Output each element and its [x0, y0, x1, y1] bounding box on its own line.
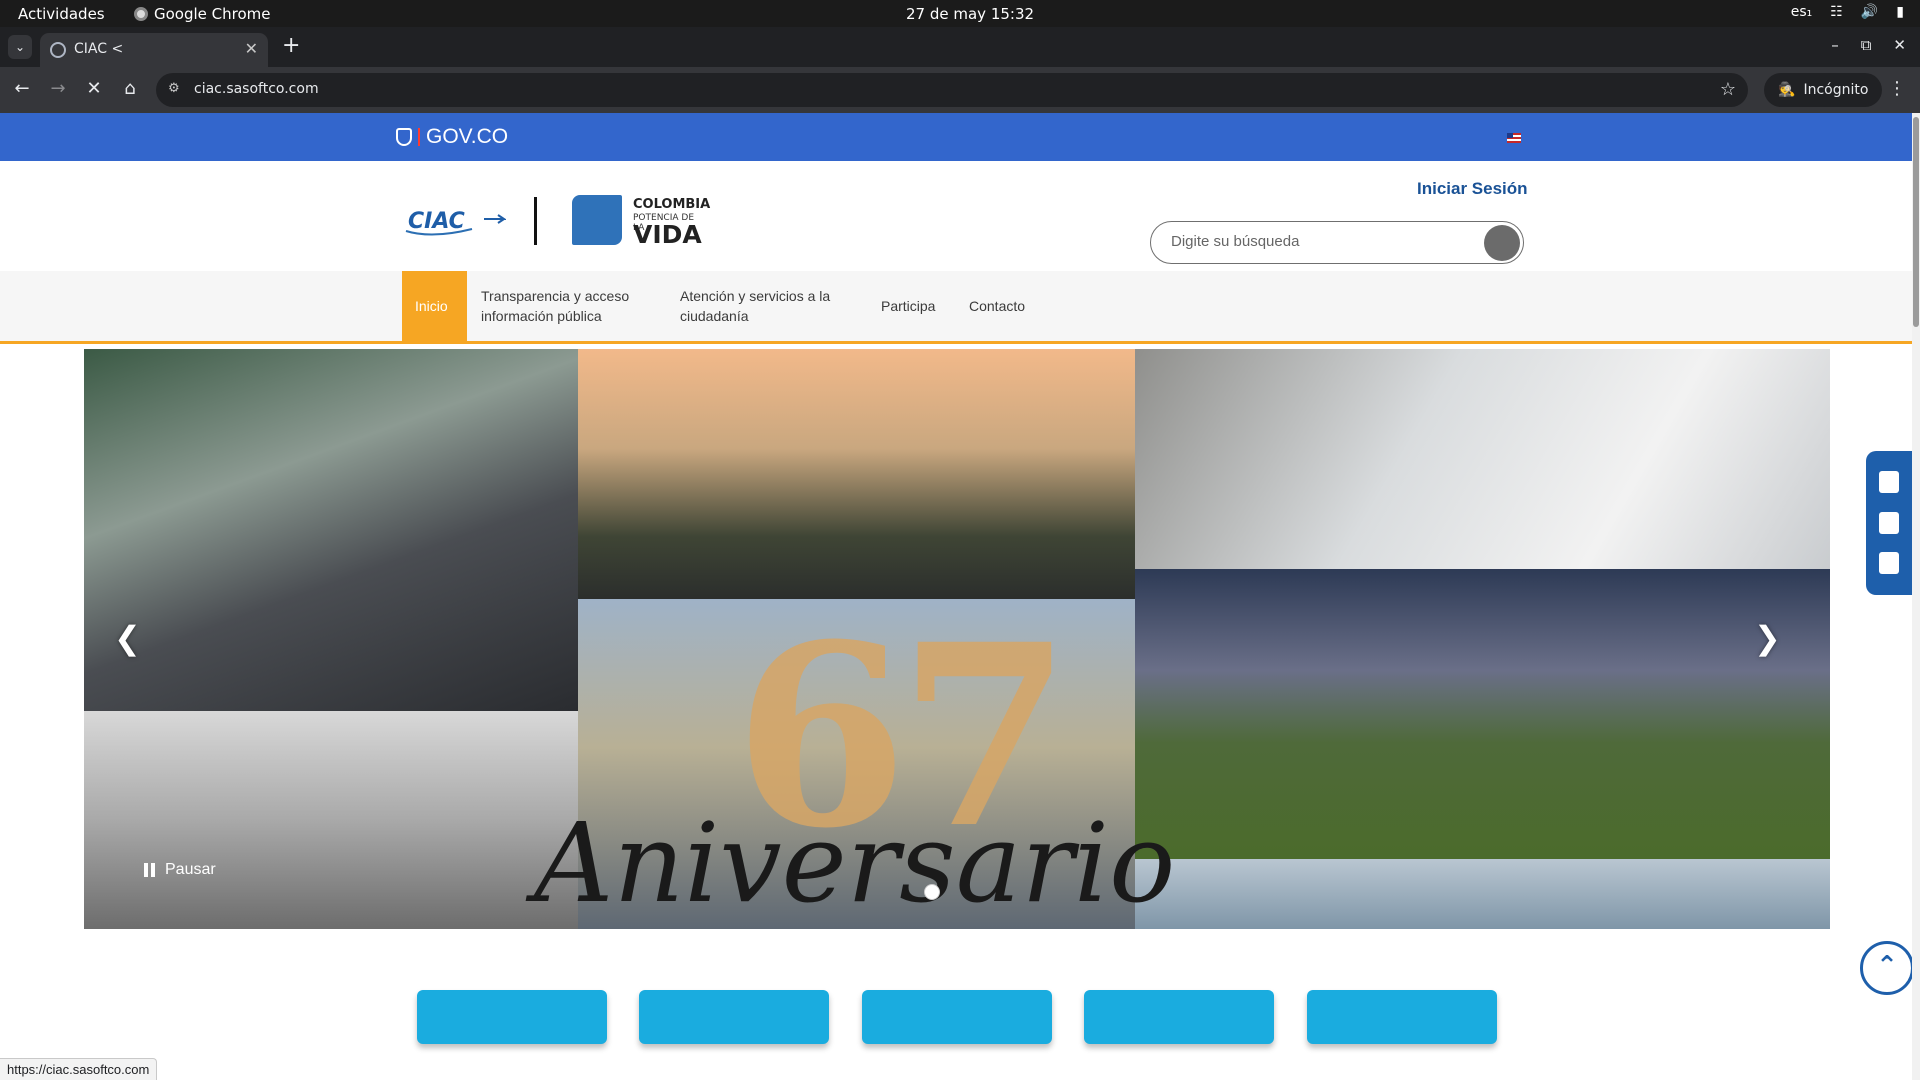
- volume-icon: 🔊: [1860, 4, 1879, 20]
- hero-carousel: 67 Aniversario ❮ ❯ Pausar: [84, 349, 1830, 929]
- carousel-pause-button[interactable]: Pausar: [144, 861, 216, 879]
- tab-strip: ⌄ CIAC < ✕ + – ⧉ ✕: [0, 27, 1920, 67]
- nav-item-participa[interactable]: Participa: [881, 271, 935, 341]
- helicopter-photo: [578, 349, 1135, 599]
- nav-item-atencion[interactable]: Atención y servicios a la ciudadanía: [680, 271, 846, 341]
- nav-item-label: Inicio: [415, 298, 448, 314]
- accessibility-button-1[interactable]: [1879, 471, 1899, 493]
- network-icon: ☷: [1830, 4, 1843, 20]
- close-window-icon[interactable]: ✕: [1893, 36, 1906, 54]
- search-button[interactable]: [1484, 225, 1520, 261]
- airliner-hangar-photo: [1135, 349, 1830, 569]
- scroll-to-top-button[interactable]: ⌃: [1860, 941, 1914, 995]
- incognito-icon: 🕵: [1778, 82, 1796, 98]
- carousel-prev-icon[interactable]: ❮: [114, 619, 141, 657]
- nav-item-label: Contacto: [969, 298, 1026, 314]
- stop-loading-icon[interactable]: ✕: [82, 78, 106, 99]
- accessibility-button-2[interactable]: [1879, 512, 1899, 534]
- nav-item-transparencia[interactable]: Transparencia y acceso información públi…: [481, 271, 661, 341]
- nav-item-label: Transparencia y acceso información públi…: [481, 288, 630, 324]
- browser-toolbar: ← → ✕ ⌂ ⚙ ciac.sasoftco.com ☆ 🕵 Incógnit…: [0, 67, 1920, 113]
- gov-logo[interactable]: GOV.CO: [396, 125, 508, 149]
- address-bar[interactable]: ⚙ ciac.sasoftco.com ☆: [156, 73, 1748, 107]
- app-menu[interactable]: Google Chrome: [134, 5, 271, 23]
- uav-night-photo: [1135, 569, 1830, 859]
- quick-access-button-4[interactable]: [1084, 990, 1274, 1044]
- browser-menu-icon[interactable]: ⋮: [1888, 78, 1906, 99]
- colombia-line3: VIDA: [633, 220, 702, 249]
- minimize-icon[interactable]: –: [1831, 36, 1839, 54]
- scrollbar-thumb[interactable]: [1913, 117, 1919, 327]
- clock[interactable]: 27 de may 15:32: [906, 5, 1034, 23]
- ciac-logo[interactable]: CIAC: [402, 201, 506, 241]
- logo-divider: [534, 197, 537, 245]
- site-header: CIAC COLOMBIA POTENCIA DE LA VIDA Inicia…: [0, 161, 1912, 271]
- nav-item-label: Participa: [881, 298, 936, 314]
- us-flag-language-icon[interactable]: [1507, 133, 1521, 143]
- battery-icon: ▮: [1896, 4, 1904, 20]
- colombia-potencia-vida-logo[interactable]: COLOMBIA POTENCIA DE LA VIDA: [572, 195, 711, 249]
- quick-access-button-2[interactable]: [639, 990, 829, 1044]
- web-page: GOV.CO CIAC COLOMBIA POTENCIA DE LA VIDA…: [0, 113, 1920, 1080]
- incognito-indicator[interactable]: 🕵 Incógnito: [1764, 73, 1883, 107]
- back-arrow-icon[interactable]: ←: [10, 78, 34, 99]
- accessibility-button-3[interactable]: [1879, 552, 1899, 574]
- carousel-indicator-dot[interactable]: [924, 884, 940, 900]
- hangar-roof-photo: [1135, 859, 1830, 929]
- quick-access-button-3[interactable]: [862, 990, 1052, 1044]
- anniversary-word: Aniversario: [534, 799, 1176, 927]
- pause-label: Pausar: [165, 861, 216, 878]
- tab-close-icon[interactable]: ✕: [245, 39, 258, 58]
- nav-item-inicio[interactable]: Inicio: [402, 271, 467, 341]
- system-tray[interactable]: es₁ ☷ 🔊 ▮: [1791, 4, 1904, 20]
- quick-access-button-5[interactable]: [1307, 990, 1497, 1044]
- gov-logo-text: GOV.CO: [426, 125, 509, 148]
- restore-icon[interactable]: ⧉: [1861, 36, 1872, 54]
- incognito-label: Incógnito: [1803, 82, 1869, 98]
- gov-bar: GOV.CO: [0, 113, 1912, 161]
- site-info-icon[interactable]: ⚙: [168, 81, 180, 96]
- url-text[interactable]: ciac.sasoftco.com: [194, 81, 319, 97]
- tab-favicon-icon: [50, 42, 66, 58]
- nav-item-contacto[interactable]: Contacto: [969, 271, 1025, 341]
- colombia-mark-icon: [572, 195, 622, 245]
- page-scrollbar[interactable]: [1912, 113, 1920, 1080]
- quick-access-button-1[interactable]: [417, 990, 607, 1044]
- os-top-bar: Actividades Google Chrome 27 de may 15:3…: [0, 0, 1920, 27]
- anniversary-graphic: 67 Aniversario: [534, 589, 1184, 927]
- window-controls: – ⧉ ✕: [1831, 36, 1906, 54]
- gov-shield-icon: [396, 128, 412, 146]
- accessibility-widget: [1866, 451, 1912, 595]
- main-nav: Inicio Transparencia y acceso informació…: [0, 271, 1912, 344]
- pause-icon: [144, 863, 155, 877]
- bookmark-star-icon[interactable]: ☆: [1720, 79, 1736, 100]
- nav-item-label: Atención y servicios a la ciudadanía: [680, 288, 831, 324]
- login-link[interactable]: Iniciar Sesión: [1417, 179, 1528, 199]
- search-box: [1150, 221, 1524, 264]
- tab-search-button[interactable]: ⌄: [8, 35, 32, 59]
- aircraft-detail-photo: [84, 711, 578, 929]
- chrome-icon: [134, 7, 148, 21]
- svg-text:CIAC: CIAC: [408, 209, 465, 234]
- new-tab-button[interactable]: +: [282, 35, 300, 57]
- tab-active[interactable]: CIAC < ✕: [40, 33, 268, 67]
- drone-photo: [84, 349, 578, 711]
- tab-title: CIAC <: [74, 41, 124, 57]
- activities-button[interactable]: Actividades: [18, 5, 105, 23]
- gov-logo-separator: [418, 128, 420, 146]
- keyboard-layout[interactable]: es₁: [1791, 4, 1813, 20]
- link-status-bar: https://ciac.sasoftco.com: [0, 1058, 158, 1080]
- app-name: Google Chrome: [154, 5, 271, 23]
- home-icon[interactable]: ⌂: [118, 78, 142, 99]
- forward-arrow-icon[interactable]: →: [46, 78, 70, 99]
- carousel-next-icon[interactable]: ❯: [1754, 619, 1781, 657]
- colombia-line1: COLOMBIA: [633, 197, 711, 212]
- search-input[interactable]: [1171, 233, 1471, 250]
